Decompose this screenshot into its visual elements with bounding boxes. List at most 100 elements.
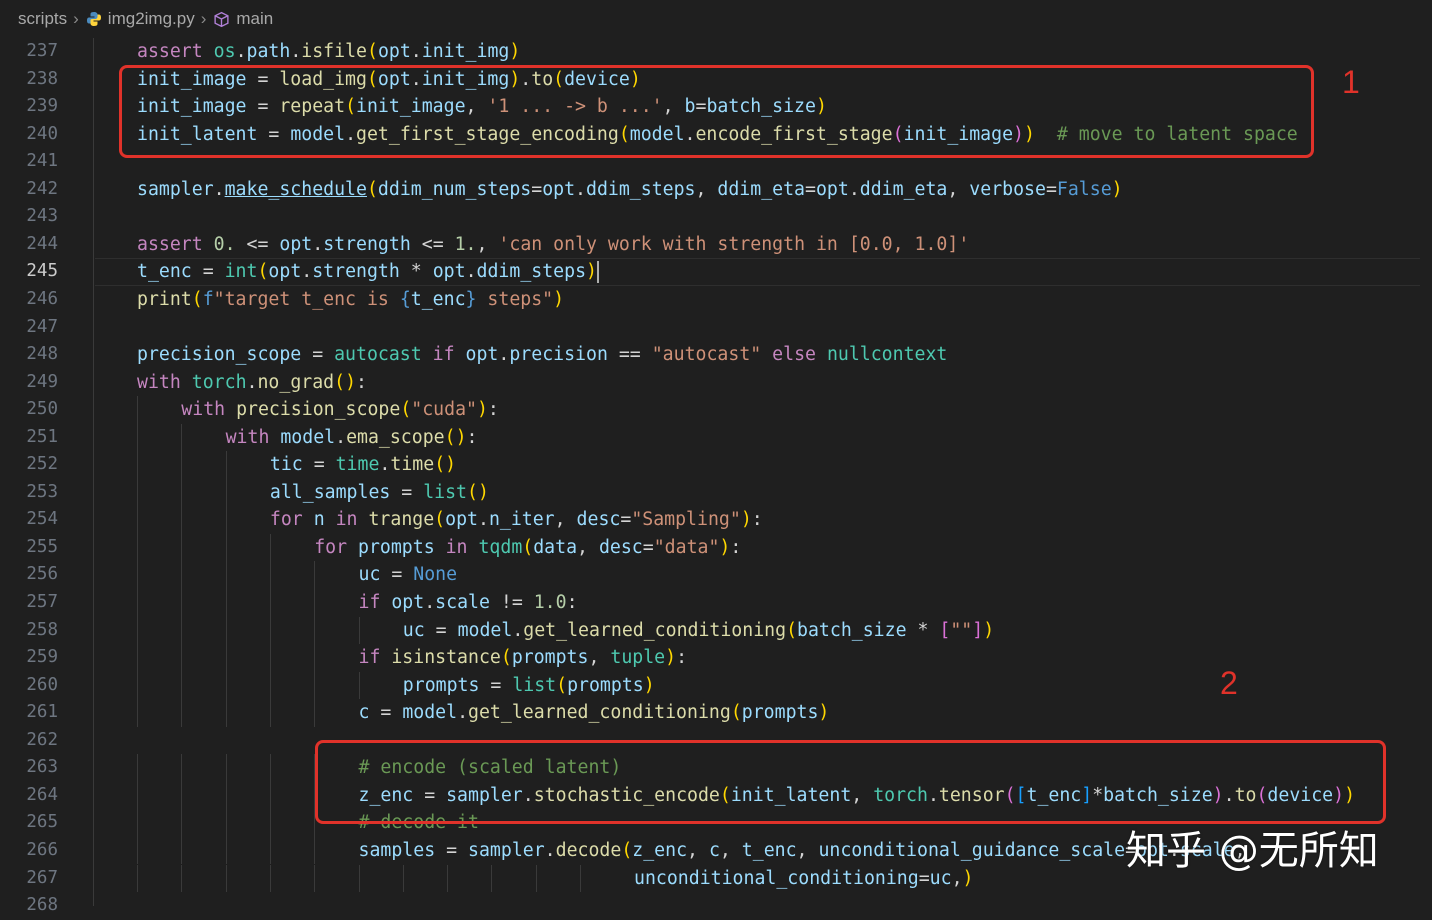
indent-guide bbox=[181, 533, 183, 562]
indent-guide bbox=[137, 644, 138, 672]
code-token: ddim_steps bbox=[476, 261, 587, 283]
line-number: 256 bbox=[26, 564, 58, 585]
code-token: } bbox=[465, 288, 477, 310]
code-token: , bbox=[796, 839, 819, 861]
code-token: for bbox=[269, 509, 303, 531]
breadcrumb-item-folder[interactable]: scripts bbox=[18, 9, 67, 29]
code-token: . bbox=[379, 454, 391, 476]
code-token: opt bbox=[542, 178, 576, 200]
code-token: ( bbox=[366, 178, 378, 200]
code-token: uc bbox=[402, 619, 425, 641]
code-token: : bbox=[566, 592, 578, 613]
line-number: 265 bbox=[26, 812, 58, 833]
code-token: make_schedule bbox=[224, 178, 367, 200]
code-text: uc = None bbox=[359, 561, 458, 589]
code-token: == bbox=[607, 344, 652, 366]
indent-guide bbox=[314, 671, 316, 700]
code-line[interactable]: 258 uc = model.get_learned_conditioning(b… bbox=[0, 616, 1420, 645]
line-number: 237 bbox=[26, 41, 58, 61]
code-token: : bbox=[730, 536, 742, 558]
indent-guide bbox=[580, 864, 581, 893]
code-line[interactable]: 243 bbox=[0, 203, 1420, 231]
code-token: trange bbox=[368, 509, 435, 531]
code-line[interactable]: 255 for prompts in tqdm(data, desc="data"… bbox=[0, 533, 1420, 562]
code-token: <= bbox=[235, 233, 280, 255]
code-line[interactable]: 252 tic = time.time() bbox=[0, 451, 1420, 479]
code-line[interactable]: 251 with model.ema_scope(): bbox=[0, 423, 1420, 452]
indent-guide bbox=[269, 561, 271, 589]
code-token: ( bbox=[556, 674, 568, 696]
code-token: verbose bbox=[969, 178, 1046, 200]
code-token: get_learned_conditioning bbox=[468, 702, 731, 724]
code-token: ) bbox=[962, 867, 974, 889]
indent-guide bbox=[358, 671, 360, 700]
code-line[interactable]: 250 with precision_scope("cuda"): bbox=[0, 396, 1420, 424]
line-number: 245 bbox=[26, 261, 58, 282]
code-line[interactable]: 245 t_enc = int(opt.strength * opt.ddim_s… bbox=[0, 258, 1420, 286]
code-token: 'can only work with strength in [0.0, 1.… bbox=[498, 233, 970, 255]
code-line[interactable]: 237 assert os.path.isfile(opt.init_img) bbox=[0, 38, 1420, 66]
code-text: if isinstance(prompts, tuple): bbox=[359, 644, 688, 672]
code-line[interactable]: 261 c = model.get_learned_conditioning(pr… bbox=[0, 699, 1420, 727]
code-token: model bbox=[280, 426, 336, 448]
code-text: all_samples = list() bbox=[270, 479, 489, 507]
code-token: prompts bbox=[741, 702, 819, 724]
breadcrumb-item-symbol[interactable]: main bbox=[213, 9, 273, 29]
code-token: ) bbox=[818, 702, 830, 724]
indent-guide bbox=[269, 809, 271, 837]
code-token: : bbox=[487, 399, 499, 421]
code-line[interactable]: 248 precision_scope = autocast if opt.pre… bbox=[0, 341, 1420, 369]
code-line[interactable]: 259 if isinstance(prompts, tuple): bbox=[0, 644, 1420, 672]
code-token: . bbox=[312, 233, 324, 255]
code-line[interactable]: 246 print(f"target t_enc is {t_enc} steps… bbox=[0, 286, 1420, 314]
line-number: 260 bbox=[26, 674, 58, 695]
line-number: 262 bbox=[26, 729, 58, 750]
indent-guide bbox=[137, 616, 138, 645]
code-token: print bbox=[137, 288, 192, 310]
code-line[interactable]: 247 bbox=[0, 314, 1420, 342]
code-line[interactable]: 244 assert 0. <= opt.strength <= 1., 'can… bbox=[0, 231, 1420, 259]
code-token: ddim_eta bbox=[717, 178, 806, 200]
code-line[interactable]: 257 if opt.scale != 1.0: bbox=[0, 589, 1420, 617]
breadcrumb-item-file[interactable]: img2img.py bbox=[86, 9, 195, 29]
code-token: strength bbox=[323, 233, 411, 255]
indent-guide bbox=[181, 451, 183, 479]
code-line[interactable]: 260 prompts = list(prompts) bbox=[0, 671, 1420, 700]
code-token: desc bbox=[598, 536, 643, 558]
code-token: ddim_num_steps bbox=[377, 178, 532, 200]
annotation-box-1 bbox=[119, 65, 1314, 158]
code-token: opt bbox=[268, 261, 302, 283]
code-token: tic bbox=[269, 454, 303, 476]
code-line[interactable]: 254 for n in trange(opt.n_iter, desc="Sam… bbox=[0, 506, 1420, 534]
code-token: data bbox=[533, 536, 578, 558]
code-token: . bbox=[410, 41, 422, 62]
indent-guide bbox=[269, 836, 271, 865]
cube-symbol-icon bbox=[214, 11, 229, 27]
code-line[interactable]: 249 with torch.no_grad(): bbox=[0, 369, 1420, 397]
indent-guide bbox=[358, 864, 360, 893]
line-number: 249 bbox=[26, 371, 58, 392]
code-token: . bbox=[290, 41, 302, 62]
code-token: n bbox=[313, 509, 325, 531]
code-line[interactable]: 242 sampler.make_schedule(ddim_num_steps=… bbox=[0, 176, 1420, 204]
indent-guide bbox=[269, 616, 271, 645]
code-line[interactable]: 253 all_samples = list() bbox=[0, 478, 1420, 507]
code-text: with precision_scope("cuda"): bbox=[181, 396, 499, 424]
code-token: != bbox=[489, 592, 534, 613]
indent-guide bbox=[181, 644, 183, 672]
code-token: with bbox=[137, 371, 181, 393]
code-token: unconditional_guidance_scale bbox=[818, 839, 1126, 861]
code-token: False bbox=[1056, 178, 1112, 200]
code-line[interactable]: 256 uc = None bbox=[0, 561, 1420, 589]
code-token: time bbox=[390, 454, 435, 476]
code-token: torch bbox=[191, 371, 247, 393]
code-token: "data" bbox=[653, 536, 720, 558]
line-number: 255 bbox=[26, 536, 58, 557]
watermark: 知乎 @无所知 bbox=[1126, 828, 1379, 874]
code-token: in bbox=[335, 509, 358, 531]
code-token: ddim_eta bbox=[859, 178, 948, 200]
